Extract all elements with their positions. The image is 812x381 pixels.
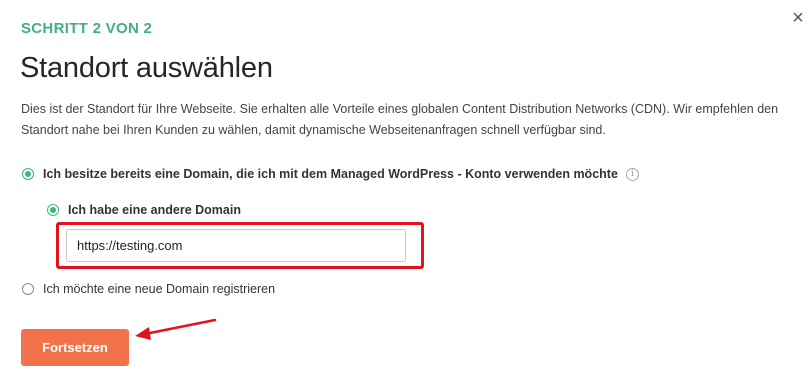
option-existing-domain[interactable]: Ich besitze bereits eine Domain, die ich… <box>22 167 639 181</box>
option-other-domain[interactable]: Ich habe eine andere Domain <box>47 203 241 217</box>
domain-input[interactable] <box>66 229 406 262</box>
radio-new-domain[interactable] <box>22 283 34 295</box>
page-title: Standort auswählen <box>20 52 273 84</box>
option-new-domain[interactable]: Ich möchte eine neue Domain registrieren <box>22 282 275 296</box>
description-text: Dies ist der Standort für Ihre Webseite.… <box>21 102 779 137</box>
radio-other-domain[interactable] <box>47 204 59 216</box>
option-new-domain-label: Ich möchte eine neue Domain registrieren <box>43 282 276 296</box>
info-icon[interactable]: i <box>625 167 639 181</box>
option-existing-domain-label: Ich besitze bereits eine Domain, die ich… <box>43 167 618 181</box>
step-indicator: SCHRITT 2 VON 2 <box>21 20 153 37</box>
continue-button[interactable]: Fortsetzen <box>21 329 129 366</box>
option-other-domain-label: Ich habe eine andere Domain <box>68 203 241 217</box>
radio-existing-domain[interactable] <box>22 168 34 180</box>
close-icon[interactable]: × <box>788 8 808 28</box>
